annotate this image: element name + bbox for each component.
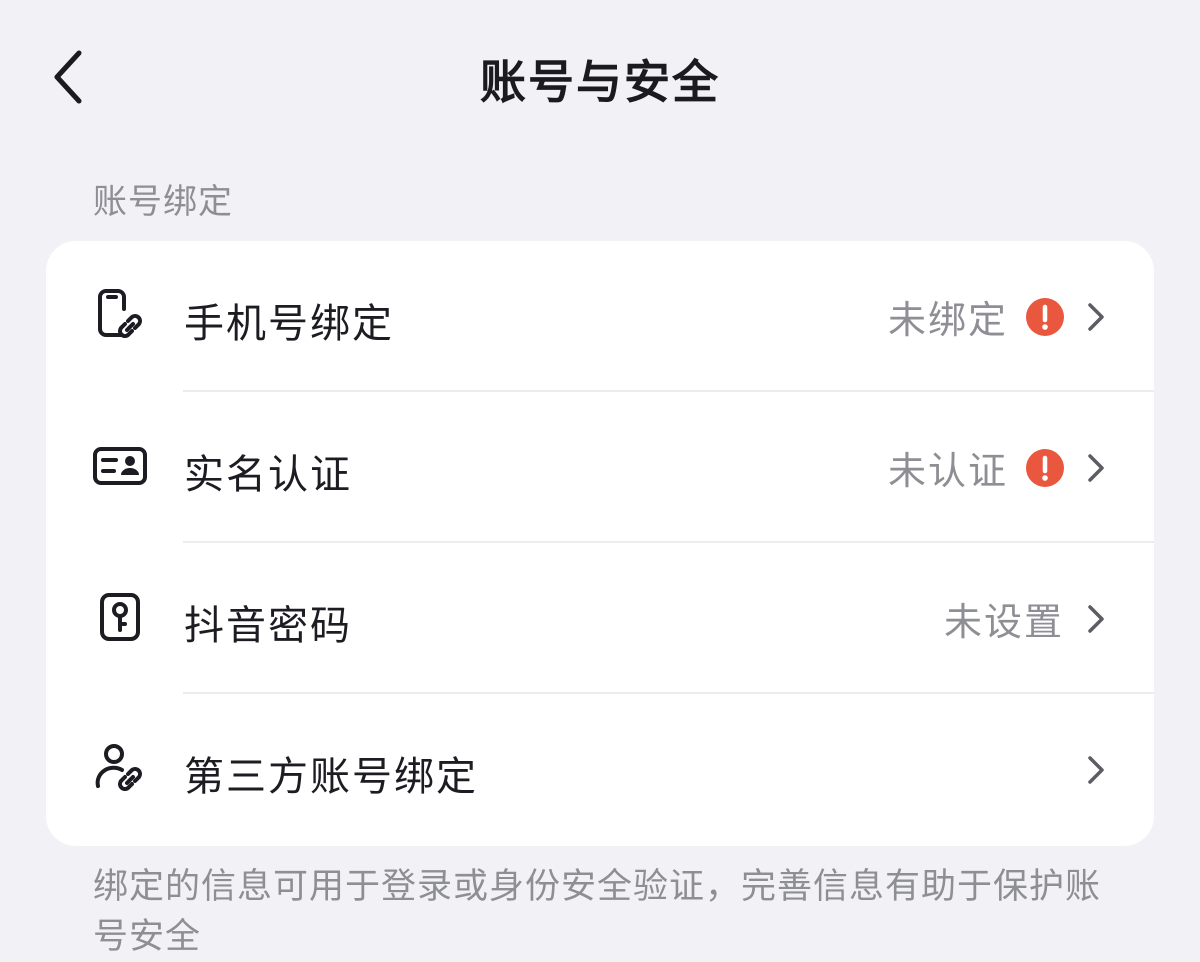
section-title: 账号绑定 [93, 182, 233, 222]
chevron-right-icon [1086, 301, 1106, 333]
row-label: 手机号绑定 [184, 301, 394, 347]
row-status-group: 未绑定 [888, 241, 1106, 392]
footer-note: 绑定的信息可用于登录或身份安全验证，完善信息有助于保护账号安全 [93, 867, 1102, 957]
status-text: 未绑定 [887, 298, 1008, 342]
row-phone-binding[interactable]: 手机号绑定 未绑定 [46, 241, 1154, 392]
row-status-group: 未设置 [944, 543, 1106, 694]
row-label: 实名认证 [184, 452, 352, 498]
account-binding-card: 手机号绑定 未绑定 实名认证 未认证 抖音密码 未设置 第三方账号绑定 [46, 241, 1154, 846]
status-text: 未认证 [887, 449, 1008, 493]
row-real-name-verification[interactable]: 实名认证 未认证 [46, 392, 1154, 543]
row-label: 第三方账号绑定 [184, 754, 478, 800]
row-third-party-binding[interactable]: 第三方账号绑定 [46, 694, 1154, 845]
chevron-right-icon [1086, 603, 1106, 635]
phone-link-icon [92, 287, 148, 343]
warning-icon [1026, 448, 1064, 487]
key-lock-icon [92, 589, 148, 645]
id-card-icon [92, 438, 148, 494]
row-status-group [1064, 694, 1106, 845]
chevron-right-icon [1086, 452, 1106, 484]
warning-icon [1026, 297, 1064, 336]
row-status-group: 未认证 [888, 392, 1106, 543]
chevron-right-icon [1086, 754, 1106, 786]
row-password[interactable]: 抖音密码 未设置 [46, 543, 1154, 694]
row-label: 抖音密码 [184, 603, 352, 649]
page-title: 账号与安全 [480, 55, 720, 109]
user-link-icon [92, 740, 148, 796]
status-text: 未设置 [943, 600, 1064, 644]
nav-bar: 账号与安全 [0, 0, 1200, 155]
